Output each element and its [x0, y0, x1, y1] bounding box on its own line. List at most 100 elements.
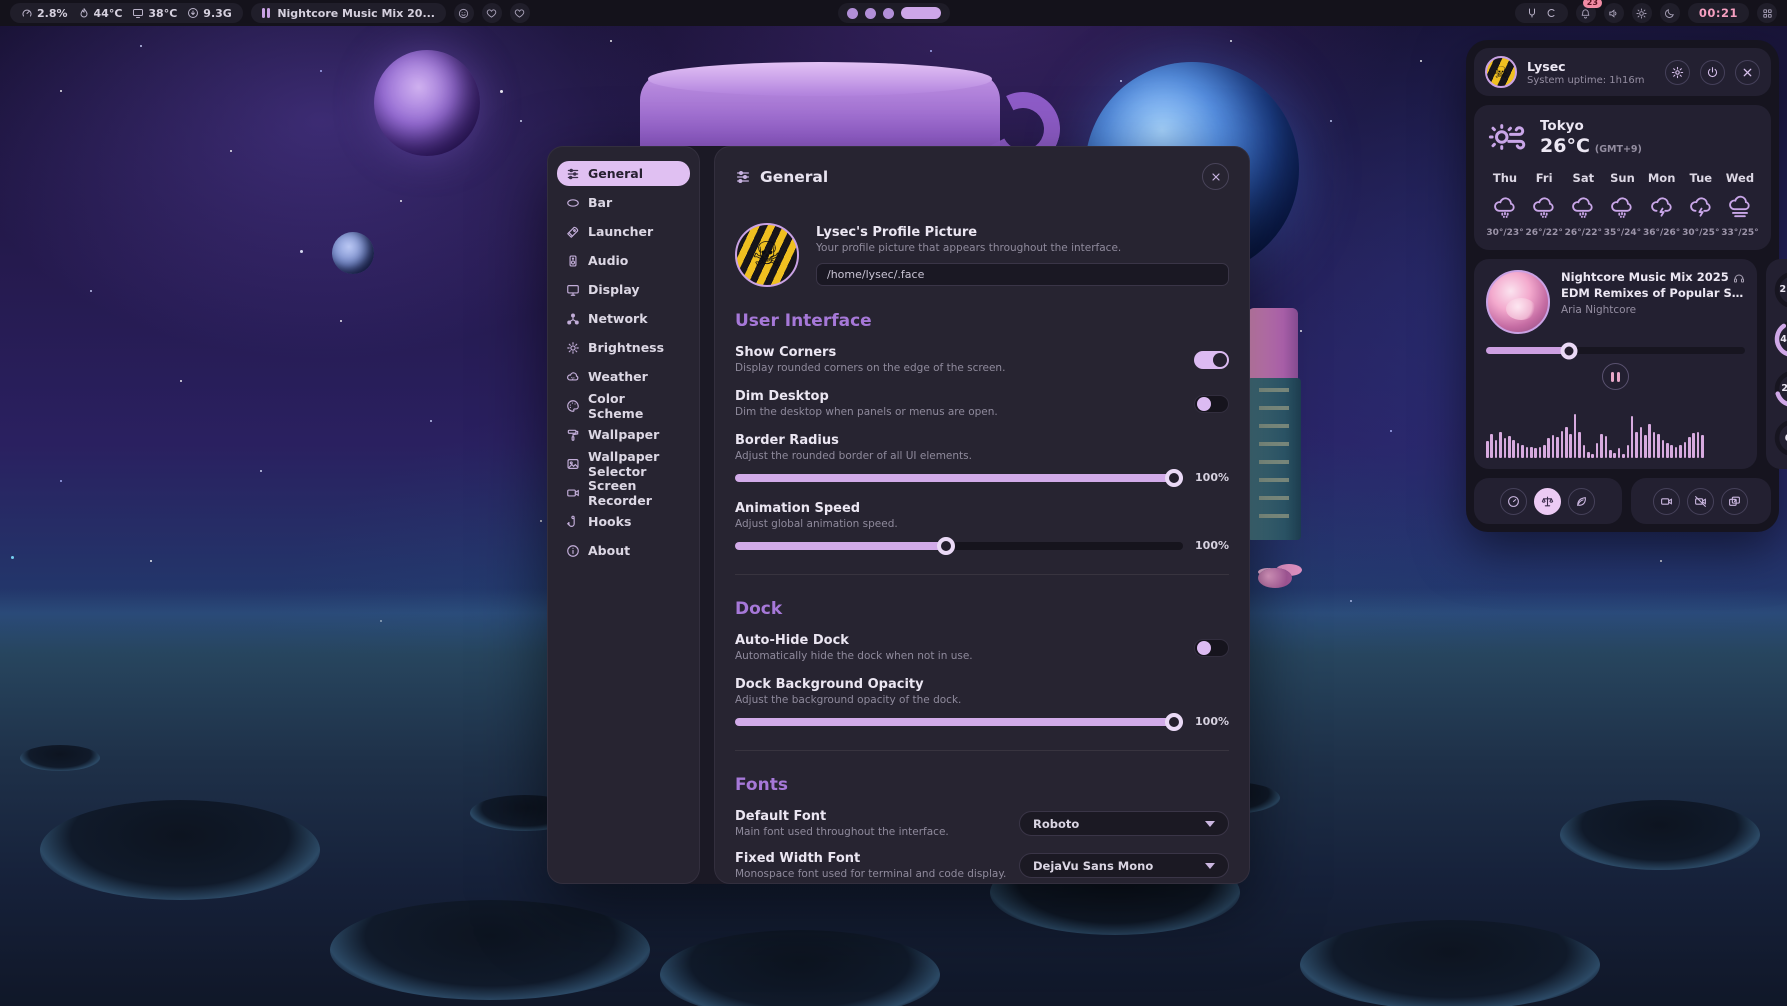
slider-knob[interactable]	[1165, 469, 1183, 487]
sidebar-label: Hooks	[588, 514, 631, 529]
fixed-font-dropdown[interactable]: DejaVu Sans Mono	[1019, 853, 1229, 878]
favorite-button[interactable]	[482, 3, 502, 23]
forecast-day: Wed 33°/25°	[1721, 171, 1759, 238]
cpu-stat: 2.8%	[21, 7, 68, 20]
slider-knob[interactable]	[1165, 713, 1183, 731]
cpu-gauge: 2.8%	[1772, 269, 1787, 311]
power-button[interactable]	[1700, 60, 1725, 85]
setting-label: Auto-Hide Dock	[735, 633, 973, 648]
cloud-rain-icon	[1492, 194, 1518, 220]
sidebar-item-brightness[interactable]: Brightness	[557, 335, 690, 360]
notifications-button[interactable]: 23	[1576, 3, 1596, 23]
chevron-down-icon	[1205, 863, 1215, 869]
workspace-dot[interactable]	[847, 8, 858, 19]
favorite-button[interactable]	[510, 3, 530, 23]
systray-icon	[1545, 7, 1557, 19]
animation-speed-slider[interactable]	[735, 542, 1183, 550]
sidebar-label: Audio	[588, 253, 628, 268]
media-title: Nightcore Music Mix 20...	[277, 7, 435, 20]
sidebar-label: Display	[588, 282, 640, 297]
cloud-lightning-icon	[1649, 194, 1675, 220]
sliders-icon	[566, 167, 580, 181]
close-panel-button[interactable]	[1735, 60, 1760, 85]
chevron-down-icon	[1205, 821, 1215, 827]
pause-button[interactable]	[1602, 363, 1629, 390]
planet-moon	[332, 232, 374, 274]
sidebar-item-weather[interactable]: Weather	[557, 364, 690, 389]
gpu-temp-stat: 38°C	[132, 7, 177, 20]
album-art[interactable]	[1486, 270, 1550, 334]
autohide-dock-toggle[interactable]	[1194, 639, 1229, 657]
overview-button[interactable]	[1757, 3, 1777, 23]
setting-desc: Adjust global animation speed.	[735, 518, 1229, 530]
sidebar-item-screen-recorder[interactable]: Screen Recorder	[557, 480, 690, 505]
balanced-profile-button[interactable]	[1534, 488, 1561, 515]
sidebar-item-wallpaper-selector[interactable]: Wallpaper Selector	[557, 451, 690, 476]
sidebar-item-bar[interactable]: Bar	[557, 190, 690, 215]
camera-off-button[interactable]	[1687, 488, 1714, 515]
divider	[735, 750, 1229, 751]
close-button[interactable]	[1202, 163, 1229, 190]
sidebar-item-about[interactable]: About	[557, 538, 690, 563]
avatar: ☠	[1485, 56, 1517, 88]
speaker-icon	[566, 254, 580, 268]
tower-pink	[1248, 308, 1298, 380]
profile-title: Lysec's Profile Picture	[816, 225, 1229, 240]
sidebar-item-hooks[interactable]: Hooks	[557, 509, 690, 534]
setting-dock-opacity: Dock Background Opacity Adjust the backg…	[735, 677, 1229, 728]
workspace-dot[interactable]	[865, 8, 876, 19]
setting-show-corners: Show Corners Display rounded corners on …	[735, 345, 1229, 374]
moon-icon	[1664, 8, 1675, 19]
monitor-icon	[566, 283, 580, 297]
hook-icon	[566, 515, 580, 529]
default-font-dropdown[interactable]: Roboto	[1019, 811, 1229, 836]
pause-icon	[262, 8, 271, 18]
sidebar-item-display[interactable]: Display	[557, 277, 690, 302]
screen-record-button[interactable]	[1653, 488, 1680, 515]
volume-button[interactable]	[1604, 3, 1624, 23]
power-saver-profile-button[interactable]	[1568, 488, 1595, 515]
dim-desktop-toggle[interactable]	[1194, 395, 1229, 413]
media-pill[interactable]: Nightcore Music Mix 20...	[251, 3, 446, 23]
performance-profile-button[interactable]	[1500, 488, 1527, 515]
border-radius-slider[interactable]	[735, 474, 1183, 482]
weather-timezone: (GMT+9)	[1595, 144, 1642, 155]
desktop: 2.8% 44°C 38°C 9.3G Nightcore Music Mix …	[0, 0, 1787, 1006]
avatar[interactable]: ☠	[735, 223, 799, 287]
sidebar-item-launcher[interactable]: Launcher	[557, 219, 690, 244]
forecast-day: Tue 30°/25°	[1682, 171, 1720, 238]
slider-knob[interactable]	[937, 537, 955, 555]
sidebar-item-wallpaper[interactable]: Wallpaper	[557, 422, 690, 447]
workspace-dot[interactable]	[883, 8, 894, 19]
workspace-indicator[interactable]	[838, 3, 950, 23]
profile-path-input[interactable]	[816, 263, 1229, 286]
emote-icon	[458, 8, 469, 19]
sidebar-item-network[interactable]: Network	[557, 306, 690, 331]
workspace-active[interactable]	[901, 7, 941, 19]
planet-purple	[374, 50, 480, 156]
sidebar-item-audio[interactable]: Audio	[557, 248, 690, 273]
systray-pill[interactable]	[1515, 3, 1568, 23]
setting-label: Fixed Width Font	[735, 851, 1006, 866]
screenshare-button[interactable]	[1721, 488, 1748, 515]
dock-opacity-slider[interactable]	[735, 718, 1183, 726]
seek-knob[interactable]	[1560, 342, 1577, 359]
emote-button[interactable]	[454, 3, 474, 23]
sidebar-label: Network	[588, 311, 648, 326]
brightness-button[interactable]	[1632, 3, 1652, 23]
section-title-fonts: Fonts	[735, 775, 1229, 795]
night-mode-button[interactable]	[1660, 3, 1680, 23]
clock-pill[interactable]: 00:21	[1688, 3, 1749, 23]
show-corners-toggle[interactable]	[1194, 351, 1229, 369]
cloud-lightning-icon	[1688, 194, 1714, 220]
sidebar-item-general[interactable]: General	[557, 161, 690, 186]
dropdown-value: DejaVu Sans Mono	[1033, 859, 1153, 873]
mug-rim	[648, 62, 992, 96]
settings-button[interactable]	[1665, 60, 1690, 85]
speedometer-icon	[1507, 495, 1520, 508]
seek-slider[interactable]	[1486, 347, 1745, 354]
system-stats-pill[interactable]: 2.8% 44°C 38°C 9.3G	[10, 3, 243, 23]
divider	[735, 574, 1229, 575]
setting-desc: Adjust the background opacity of the doc…	[735, 694, 1229, 706]
sidebar-item-color-scheme[interactable]: Color Scheme	[557, 393, 690, 418]
